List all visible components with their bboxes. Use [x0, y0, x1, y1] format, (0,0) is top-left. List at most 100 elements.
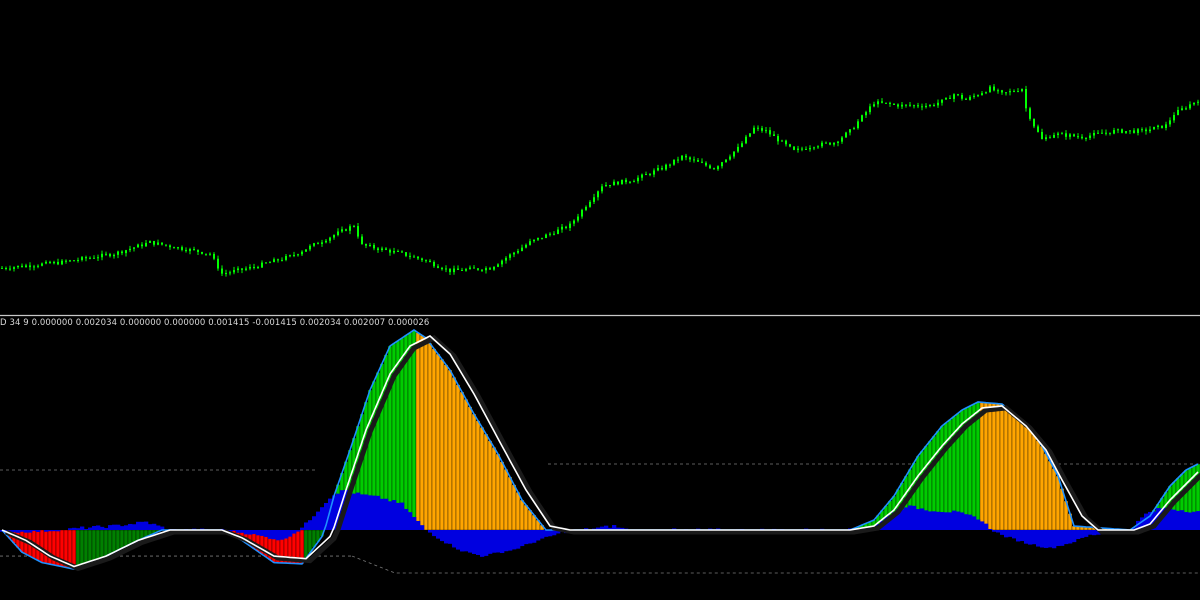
secondary-histogram-bar [520, 530, 525, 547]
candle-body [665, 164, 667, 170]
secondary-histogram-bar [508, 530, 513, 551]
secondary-histogram-bar [260, 530, 265, 536]
candle-body [1033, 118, 1035, 127]
secondary-histogram-bar [388, 501, 393, 530]
histogram-bar [119, 529, 125, 549]
histogram-bar [511, 484, 517, 531]
secondary-histogram-bar [248, 530, 253, 535]
candle-body [885, 102, 887, 104]
candle-body [721, 162, 723, 167]
histogram-bar [423, 337, 429, 531]
indicator-label: D 34 9 0.000000 0.002034 0.000000 0.0000… [0, 318, 430, 328]
secondary-histogram-bar [128, 523, 133, 530]
candle-body [969, 96, 971, 100]
candle-body [705, 162, 707, 166]
histogram-bar [99, 529, 105, 558]
histogram-bar [515, 492, 521, 531]
candle-body [69, 260, 71, 262]
candle-body [825, 142, 827, 144]
secondary-histogram-bar [1032, 530, 1037, 545]
secondary-histogram-bar [1092, 530, 1097, 536]
candle-body [617, 181, 619, 185]
secondary-histogram-bar [384, 498, 389, 530]
secondary-histogram-bar [16, 530, 21, 533]
candle-body [877, 101, 879, 105]
secondary-histogram-bar [420, 525, 425, 530]
candle-body [173, 247, 175, 249]
secondary-histogram-bar [252, 530, 257, 535]
candle-body [117, 251, 119, 255]
candle-body [473, 267, 475, 269]
candle-body [549, 233, 551, 235]
candle-body [153, 240, 155, 245]
candle-body [1069, 134, 1071, 137]
candle-body [953, 94, 955, 99]
candle-body [113, 254, 115, 257]
secondary-histogram-bar [36, 530, 41, 532]
candle-body [557, 229, 559, 234]
candle-body [929, 105, 931, 107]
histogram-bar [987, 402, 993, 531]
secondary-histogram-bar [1080, 530, 1085, 538]
candle-body [53, 261, 55, 264]
secondary-histogram-bar [356, 492, 361, 530]
candle-body [729, 156, 731, 160]
histogram-bar [439, 359, 445, 531]
candle-body [381, 248, 383, 251]
secondary-histogram-bar [1056, 530, 1061, 546]
candle-body [157, 242, 159, 245]
candle-body [513, 252, 515, 255]
histogram-bar [427, 343, 433, 531]
trading-chart[interactable] [0, 0, 1200, 600]
candle-body [1197, 101, 1199, 103]
candle-body [945, 97, 947, 100]
secondary-histogram-bar [948, 512, 953, 530]
candle-body [1129, 130, 1131, 132]
secondary-histogram-bar [236, 530, 241, 533]
secondary-histogram-bar [1044, 530, 1049, 548]
candle-body [1153, 126, 1155, 130]
candle-body [201, 251, 203, 254]
candle-body [81, 257, 83, 260]
secondary-histogram-bar [1028, 530, 1033, 545]
candle-body [625, 179, 627, 183]
histogram-bar [1011, 413, 1017, 531]
candle-body [241, 268, 243, 270]
histogram-bar [1023, 423, 1029, 531]
histogram-bar [1055, 475, 1061, 531]
candle-body [993, 86, 995, 91]
candle-body [909, 104, 911, 106]
candle-body [757, 127, 759, 129]
secondary-histogram-bar [304, 522, 309, 530]
secondary-histogram-bar [368, 495, 373, 530]
secondary-histogram-bar [532, 530, 537, 543]
candle-body [161, 242, 163, 245]
histogram-bar [95, 529, 101, 560]
secondary-histogram-bar [392, 500, 397, 530]
candle-body [341, 229, 343, 232]
histogram-bar [43, 529, 49, 564]
candle-body [305, 249, 307, 252]
candle-body [525, 244, 527, 248]
candle-body [813, 147, 815, 149]
secondary-histogram-bar [932, 511, 937, 530]
secondary-histogram-bar [944, 512, 949, 530]
histogram-bar [995, 403, 1001, 531]
candle-body [989, 86, 991, 93]
secondary-histogram-bar [464, 530, 469, 552]
secondary-histogram-bar [240, 530, 245, 533]
candle-body [793, 146, 795, 150]
candle-body [597, 191, 599, 198]
candle-body [477, 268, 479, 270]
histogram-bar [463, 399, 469, 531]
histogram-bar [979, 402, 985, 531]
candle-body [389, 249, 391, 253]
candle-body [873, 104, 875, 107]
candle-body [77, 259, 79, 261]
secondary-histogram-bar [996, 530, 1001, 533]
secondary-histogram-bar [536, 530, 541, 541]
secondary-histogram-bar [1192, 511, 1197, 530]
candle-body [301, 251, 303, 255]
candle-body [897, 104, 899, 107]
secondary-histogram-bar [156, 525, 161, 530]
